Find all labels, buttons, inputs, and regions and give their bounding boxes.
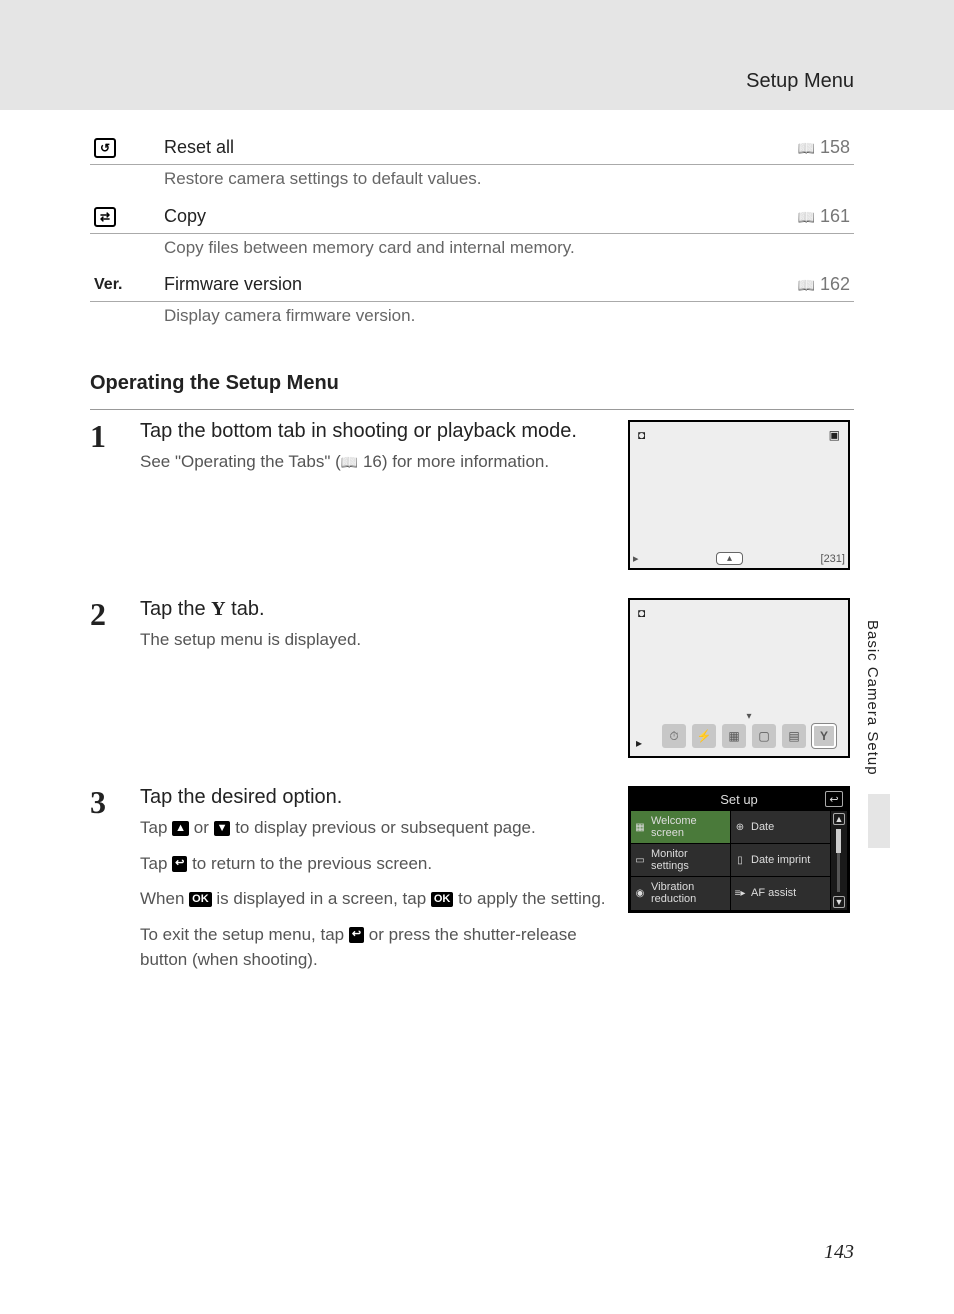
side-chapter-label: Basic Camera Setup	[864, 620, 881, 776]
setup-item-date: ⊕Date	[731, 811, 830, 843]
setup-item-monitor-settings: ▭Monitor settings	[631, 844, 730, 876]
step-number: 3	[90, 786, 120, 818]
tab-movie-icon: ▦	[722, 724, 746, 748]
reset-icon: ↺	[90, 130, 160, 165]
book-icon	[798, 274, 815, 294]
page-header-title: Setup Menu	[746, 70, 854, 93]
step-desc: See "Operating the Tabs" ( 16) for more …	[140, 449, 608, 475]
copy-icon: ⇄	[90, 199, 160, 234]
tab-exposure-icon: ▤	[782, 724, 806, 748]
step-number: 1	[90, 420, 120, 452]
menu-row-firmware: Ver. Firmware version 162	[90, 268, 854, 302]
setup-menu-items-table: ↺ Reset all 158 Restore camera settings …	[90, 130, 854, 336]
step-number: 2	[90, 598, 120, 630]
book-icon	[341, 452, 358, 471]
chevron-right-icon: ▸	[633, 552, 639, 565]
version-icon: Ver.	[90, 268, 160, 302]
tab-quality-icon: ▢	[752, 724, 776, 748]
menu-row-reset-all: ↺ Reset all 158	[90, 130, 854, 165]
setup-item-af-assist: ≡▸AF assist	[731, 877, 830, 909]
menu-item-desc: Copy files between memory card and inter…	[160, 234, 854, 269]
setup-item-welcome-screen: ▦Welcome screen	[631, 811, 730, 843]
af-assist-icon: ≡▸	[733, 886, 747, 900]
menu-item-title: Reset all	[160, 130, 764, 165]
setup-item-vibration-reduction: ◉Vibration reduction	[631, 877, 730, 909]
shots-remaining: [231]	[821, 553, 845, 565]
book-icon	[798, 137, 815, 157]
divider	[90, 409, 854, 410]
lcd-tab-bar: ▾ ⏱ ⚡ ▦ ▢ ▤ Y	[660, 711, 838, 748]
step-2: 2 Tap the Y tab. The setup menu is displ…	[90, 598, 854, 758]
side-chapter-tab: Basic Camera Setup	[864, 620, 894, 848]
clock-icon: ⊕	[733, 820, 747, 834]
setup-screen-title: Set up	[720, 792, 758, 807]
step-title: Tap the bottom tab in shooting or playba…	[140, 420, 608, 443]
step-2-figure: ◘ ▸ ▾ ⏱ ⚡ ▦ ▢ ▤ Y	[628, 598, 854, 758]
scroll-down-icon: ▼	[833, 896, 845, 908]
setup-scrollbar: ▲ ▼	[831, 811, 847, 910]
back-icon: ↩	[172, 856, 187, 871]
chevron-down-icon: ▾	[660, 711, 838, 722]
tab-setup-icon: Y	[812, 724, 836, 748]
ok-icon: OK	[189, 892, 212, 907]
page-down-icon: ▼	[214, 821, 231, 836]
camera-mode-icon: ◘	[638, 428, 645, 442]
tab-timer-icon: ⏱	[662, 724, 686, 748]
vr-icon: ◉	[633, 886, 647, 900]
battery-icon: ▣	[829, 428, 840, 442]
menu-item-desc: Restore camera settings to default value…	[160, 165, 854, 200]
setup-menu-screen: Set up ↩ ▦Welcome screen ⊕Date ▲ ▼ ▭Moni…	[628, 786, 850, 913]
page-ref: 161	[764, 199, 854, 234]
book-icon	[798, 206, 815, 226]
scroll-up-icon: ▲	[833, 813, 845, 825]
step-desc: Tap ▲ or ▼ to display previous or subseq…	[140, 815, 608, 973]
side-tab-marker	[868, 794, 890, 848]
camera-lcd-screen: ◘ ▣ ▸ ▴ [231]	[628, 420, 850, 570]
step-title: Tap the desired option.	[140, 786, 608, 809]
page-content: ↺ Reset all 158 Restore camera settings …	[0, 110, 954, 983]
page-number: 143	[824, 1241, 854, 1264]
welcome-icon: ▦	[633, 820, 647, 834]
section-heading: Operating the Setup Menu	[90, 372, 854, 395]
page-up-icon: ▲	[172, 821, 189, 836]
step-1: 1 Tap the bottom tab in shooting or play…	[90, 420, 854, 570]
tab-up-button: ▴	[716, 552, 743, 565]
setup-back-button: ↩	[825, 791, 843, 807]
menu-row-copy: ⇄ Copy 161	[90, 199, 854, 234]
setup-item-date-imprint: ▯Date imprint	[731, 844, 830, 876]
camera-mode-icon: ◘	[638, 606, 645, 620]
ok-icon: OK	[431, 892, 454, 907]
monitor-icon: ▭	[633, 853, 647, 867]
step-desc: The setup menu is displayed.	[140, 627, 608, 653]
menu-item-desc: Display camera firmware version.	[160, 302, 854, 337]
step-3-figure: Set up ↩ ▦Welcome screen ⊕Date ▲ ▼ ▭Moni…	[628, 786, 854, 913]
step-title: Tap the Y tab.	[140, 598, 608, 621]
menu-item-title: Firmware version	[160, 268, 764, 302]
page-ref: 158	[764, 130, 854, 165]
date-imprint-icon: ▯	[733, 853, 747, 867]
page-ref: 162	[764, 268, 854, 302]
camera-lcd-screen-tabs: ◘ ▸ ▾ ⏱ ⚡ ▦ ▢ ▤ Y	[628, 598, 850, 758]
tab-flash-icon: ⚡	[692, 724, 716, 748]
page-header-bar: Setup Menu	[0, 0, 954, 110]
chevron-right-icon: ▸	[636, 736, 642, 750]
menu-item-title: Copy	[160, 199, 764, 234]
step-3: 3 Tap the desired option. Tap ▲ or ▼ to …	[90, 786, 854, 983]
step-1-figure: ◘ ▣ ▸ ▴ [231]	[628, 420, 854, 570]
back-icon: ↩	[349, 927, 364, 942]
